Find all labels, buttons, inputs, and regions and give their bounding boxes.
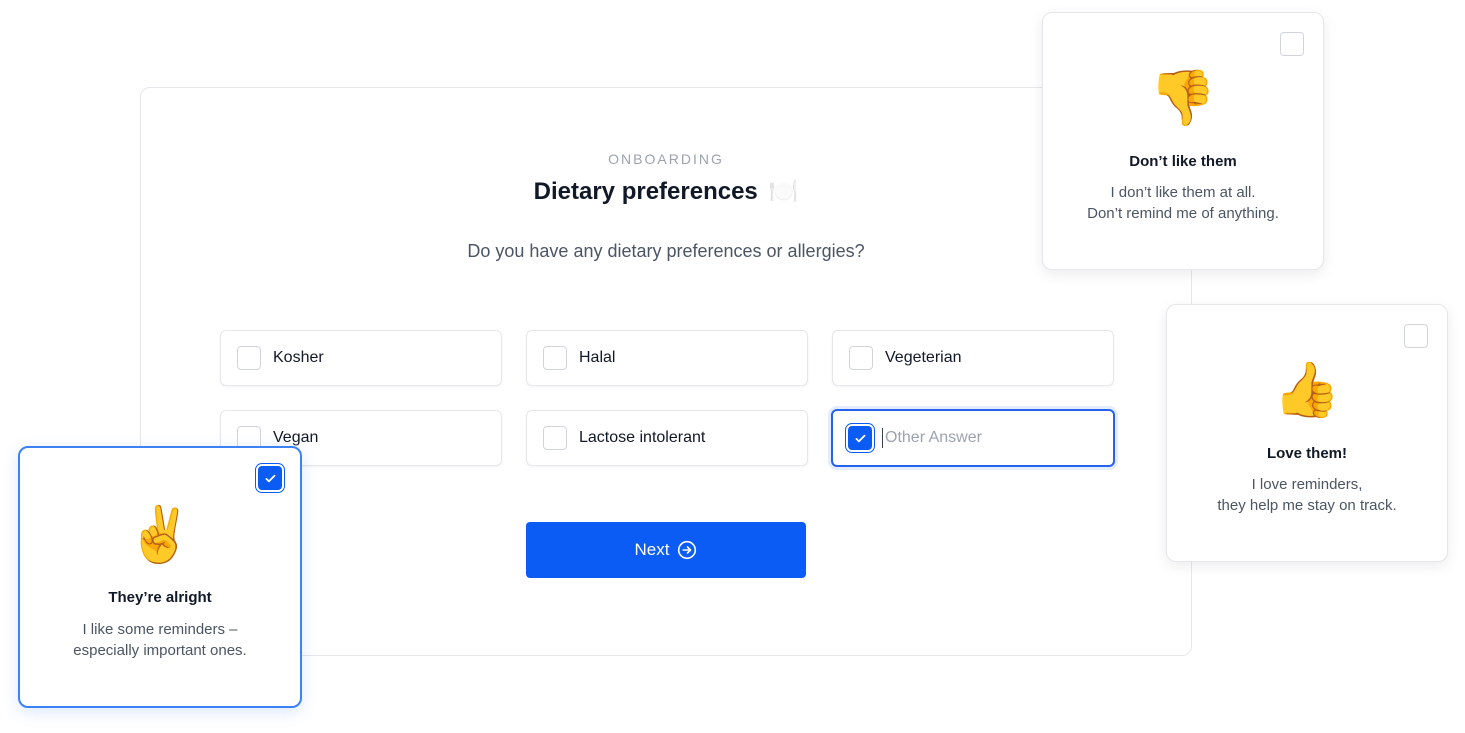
other-checkbox[interactable] [848, 426, 872, 450]
question-text: Do you have any dietary preferences or a… [467, 241, 865, 261]
love-checkbox[interactable] [1404, 324, 1428, 348]
feeling-desc-line: especially important ones. [73, 642, 247, 659]
vegeterian-checkbox[interactable] [849, 346, 873, 370]
feeling-description: I don’t like them at all. Don’t remind m… [1043, 182, 1323, 224]
option-label: Vegan [273, 429, 319, 446]
feeling-description: I love reminders, they help me stay on t… [1167, 474, 1447, 516]
option-label: Kosher [273, 349, 324, 366]
thumbs-up-icon: 👍 [1273, 360, 1341, 420]
option-halal[interactable]: Halal [526, 330, 808, 386]
halal-checkbox[interactable] [543, 346, 567, 370]
feeling-title: They’re alright [108, 589, 212, 606]
plate-icon: 🍽️ [768, 178, 799, 205]
option-vegeterian[interactable]: Vegeterian [832, 330, 1114, 386]
option-label: Lactose intolerant [579, 429, 706, 446]
feeling-description: I like some reminders – especially impor… [20, 619, 300, 661]
alright-checkbox[interactable] [258, 466, 282, 490]
feeling-desc-line: I like some reminders – [82, 621, 238, 638]
option-label: Vegeterian [885, 349, 962, 366]
dislike-checkbox[interactable] [1280, 32, 1304, 56]
feeling-desc-line: I love reminders, [1251, 476, 1363, 493]
feeling-title: Don’t like them [1129, 153, 1237, 170]
victory-hand-icon: ✌️ [126, 505, 194, 565]
feeling-card-love[interactable]: 👍 Love them! I love reminders, they help… [1166, 304, 1448, 562]
stage: ONBOARDING Dietary preferences 🍽️ Do you… [0, 0, 1465, 733]
feeling-desc-line: I don’t like them at all. [1110, 184, 1256, 201]
option-other[interactable] [831, 409, 1115, 467]
feeling-card-alright[interactable]: ✌️ They’re alright I like some reminders… [18, 446, 302, 708]
feeling-title: Love them! [1266, 445, 1347, 462]
checkmark-icon [265, 474, 275, 482]
checkmark-icon [855, 434, 865, 442]
next-button-label: Next [634, 540, 670, 559]
page-title: Dietary preferences 🍽️ [141, 177, 1191, 206]
onboarding-eyebrow: ONBOARDING [608, 151, 724, 167]
other-answer-input[interactable] [882, 428, 1082, 448]
kosher-checkbox[interactable] [237, 346, 261, 370]
option-kosher[interactable]: Kosher [220, 330, 502, 386]
feeling-desc-line: Don’t remind me of anything. [1087, 205, 1279, 222]
feeling-card-dislike[interactable]: 👎 Don’t like them I don’t like them at a… [1042, 12, 1324, 270]
thumbs-down-icon: 👎 [1149, 68, 1217, 128]
arrow-circle-right-icon [678, 540, 697, 560]
option-label: Halal [579, 349, 616, 366]
next-button[interactable]: Next [526, 522, 806, 578]
page-title-text: Dietary preferences [533, 178, 758, 205]
lactose-intolerant-checkbox[interactable] [543, 426, 567, 450]
feeling-desc-line: they help me stay on track. [1217, 497, 1397, 514]
option-lactose-intolerant[interactable]: Lactose intolerant [526, 410, 808, 466]
